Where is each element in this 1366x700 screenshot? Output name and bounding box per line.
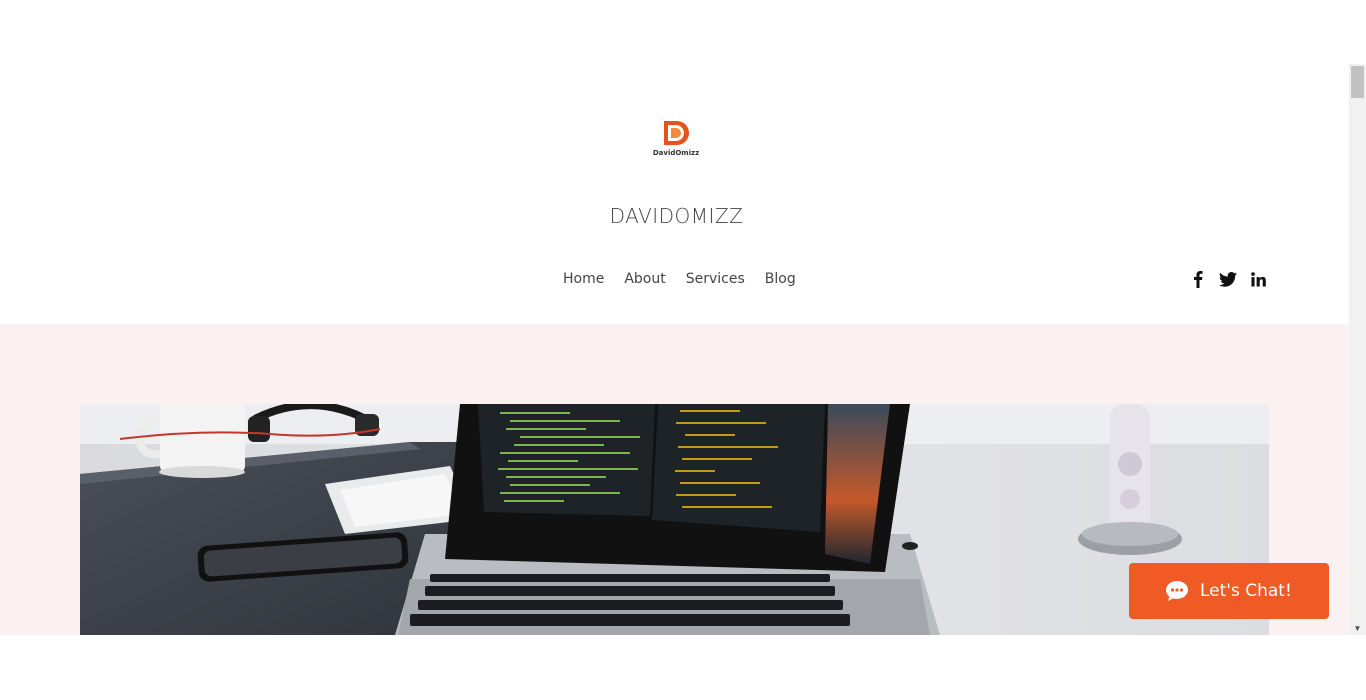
page-bottom — [0, 635, 1366, 700]
chat-bubble-icon — [1166, 581, 1188, 601]
chat-label: Let's Chat! — [1200, 581, 1292, 601]
scroll-down-arrow-icon[interactable]: ▼ — [1353, 623, 1362, 635]
site-title[interactable]: DAVIDOMIZZ — [0, 204, 1353, 228]
scrollbar-thumb[interactable] — [1351, 66, 1364, 98]
lets-chat-button[interactable]: Let's Chat! — [1129, 563, 1329, 619]
facebook-icon[interactable] — [1189, 269, 1207, 289]
linkedin-icon[interactable] — [1249, 269, 1267, 289]
nav-item-services[interactable]: Services — [676, 269, 755, 289]
twitter-icon[interactable] — [1219, 269, 1237, 289]
hero-image — [80, 404, 1269, 635]
vertical-scrollbar[interactable]: ▼ — [1349, 64, 1366, 635]
nav-item-about[interactable]: About — [614, 269, 675, 289]
nav-item-home[interactable]: Home — [553, 269, 614, 289]
main-nav: Home About Services Blog — [553, 269, 806, 289]
nav-item-blog[interactable]: Blog — [755, 269, 806, 289]
social-bar — [1189, 269, 1267, 289]
site-logo[interactable]: DavidOmizz — [645, 118, 707, 160]
site-header: DavidOmizz DAVIDOMIZZ Home About Service… — [0, 0, 1349, 324]
logo-wordmark: DavidOmizz — [653, 149, 699, 157]
